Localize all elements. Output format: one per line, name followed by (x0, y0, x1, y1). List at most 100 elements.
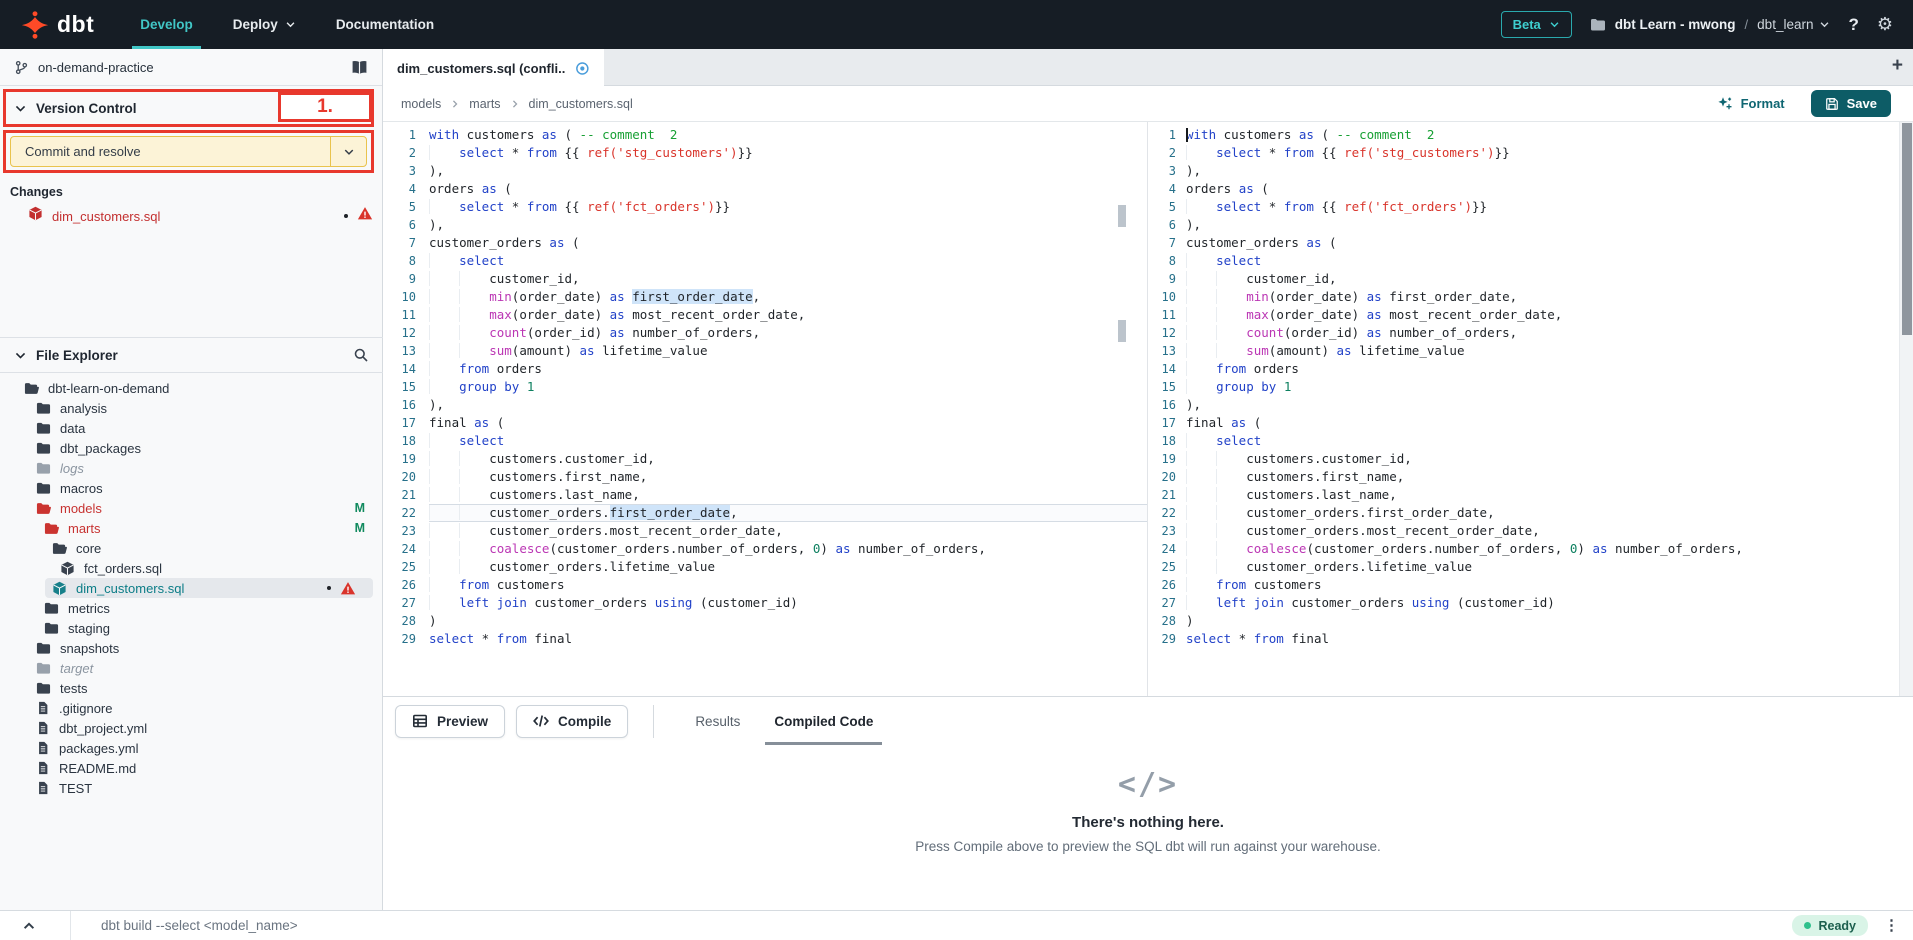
breadcrumb-file[interactable]: dim_customers.sql (529, 97, 633, 111)
code-line-9[interactable]: customer_id, (429, 270, 1147, 288)
tab-results[interactable]: Results (678, 697, 757, 745)
git-branch-row[interactable]: on-demand-practice (0, 49, 382, 86)
code-line-16[interactable]: ), (429, 396, 1147, 414)
chevron-up-icon[interactable] (22, 919, 36, 933)
beta-button[interactable]: Beta (1501, 11, 1572, 38)
code-line-12[interactable]: count(order_id) as number_of_orders, (429, 324, 1147, 342)
code-line-26[interactable]: from customers (429, 576, 1147, 594)
vertical-scrollbar[interactable] (1899, 122, 1913, 696)
editor-pane-left[interactable]: 1234567891011121314151617181920212223242… (383, 122, 1147, 696)
code-line-10[interactable]: min(order_date) as first_order_date, (1186, 288, 1913, 306)
tree-item-staging[interactable]: staging (0, 618, 383, 638)
tree-item-dim-customers-sql[interactable]: dim_customers.sql (45, 578, 373, 598)
code-line-14[interactable]: from orders (1186, 360, 1913, 378)
tree-item-analysis[interactable]: analysis (0, 398, 383, 418)
changed-file-row[interactable]: dim_customers.sql (0, 205, 383, 227)
code-line-19[interactable]: customers.customer_id, (429, 450, 1147, 468)
code-line-10[interactable]: min(order_date) as first_order_date, (429, 288, 1147, 306)
code-line-17[interactable]: final as ( (1186, 414, 1913, 432)
tree-item-packages-yml[interactable]: packages.yml (0, 738, 383, 758)
search-icon[interactable] (353, 347, 369, 363)
breadcrumb-marts[interactable]: marts (469, 97, 500, 111)
code-line-20[interactable]: customers.first_name, (429, 468, 1147, 486)
code-line-15[interactable]: group by 1 (1186, 378, 1913, 396)
code-line-8[interactable]: select (1186, 252, 1913, 270)
code-line-9[interactable]: customer_id, (1186, 270, 1913, 288)
tree-item-dbt-packages[interactable]: dbt_packages (0, 438, 383, 458)
tree-item-core[interactable]: core (0, 538, 383, 558)
code-line-13[interactable]: sum(amount) as lifetime_value (429, 342, 1147, 360)
nav-documentation[interactable]: Documentation (336, 0, 434, 49)
code-line-11[interactable]: max(order_date) as most_recent_order_dat… (429, 306, 1147, 324)
commit-options-caret[interactable] (330, 137, 366, 166)
code-line-3[interactable]: ), (1186, 162, 1913, 180)
tree-item-dbt-learn-on-demand[interactable]: dbt-learn-on-demand (0, 378, 383, 398)
code-line-27[interactable]: left join customer_orders using (custome… (429, 594, 1147, 612)
code-line-16[interactable]: ), (1186, 396, 1913, 414)
scrollbar-thumb[interactable] (1902, 123, 1912, 335)
scrollbar-mark[interactable] (1118, 320, 1126, 342)
tab-dim-customers[interactable]: dim_customers.sql (confli... (383, 49, 604, 87)
code-line-26[interactable]: from customers (1186, 576, 1913, 594)
command-input[interactable]: dbt build --select <model_name> (101, 918, 298, 933)
code-line-7[interactable]: customer_orders as ( (1186, 234, 1913, 252)
tree-item-tests[interactable]: tests (0, 678, 383, 698)
code-line-15[interactable]: group by 1 (429, 378, 1147, 396)
preview-button[interactable]: Preview (395, 705, 505, 738)
code-line-19[interactable]: customers.customer_id, (1186, 450, 1913, 468)
code-line-6[interactable]: ), (429, 216, 1147, 234)
kebab-menu-icon[interactable]: ⋮ (1884, 923, 1899, 929)
project-name[interactable]: dbt_learn (1757, 17, 1830, 32)
tree-item-fct-orders-sql[interactable]: fct_orders.sql (0, 558, 383, 578)
tree-item-metrics[interactable]: metrics (0, 598, 383, 618)
code-line-20[interactable]: customers.first_name, (1186, 468, 1913, 486)
code-line-5[interactable]: select * from {{ ref('fct_orders')}} (429, 198, 1147, 216)
format-button[interactable]: Format (1717, 96, 1785, 112)
tree-item-logs[interactable]: logs (0, 458, 383, 478)
help-icon[interactable]: ? (1848, 15, 1858, 35)
code-line-14[interactable]: from orders (429, 360, 1147, 378)
code-line-27[interactable]: left join customer_orders using (custome… (1186, 594, 1913, 612)
code-line-24[interactable]: coalesce(customer_orders.number_of_order… (1186, 540, 1913, 558)
nav-deploy[interactable]: Deploy (233, 0, 296, 49)
tree-item--gitignore[interactable]: .gitignore (0, 698, 383, 718)
dbt-logo[interactable]: dbt (20, 10, 94, 40)
code-line-7[interactable]: customer_orders as ( (429, 234, 1147, 252)
tree-item-dbt-project-yml[interactable]: dbt_project.yml (0, 718, 383, 738)
code-line-1[interactable]: with customers as ( -- comment 2 (429, 126, 1147, 144)
account-switcher[interactable]: dbt Learn - mwong / dbt_learn (1590, 17, 1831, 33)
scrollbar-mark[interactable] (1118, 205, 1126, 227)
code-line-4[interactable]: orders as ( (429, 180, 1147, 198)
code-line-25[interactable]: customer_orders.lifetime_value (429, 558, 1147, 576)
code-line-22[interactable]: customer_orders.first_order_date, (429, 504, 1147, 522)
tree-item-macros[interactable]: macros (0, 478, 383, 498)
tree-item-snapshots[interactable]: snapshots (0, 638, 383, 658)
tree-item-data[interactable]: data (0, 418, 383, 438)
docs-book-icon[interactable] (351, 59, 368, 76)
code-line-2[interactable]: select * from {{ ref('stg_customers')}} (1186, 144, 1913, 162)
tree-item-marts[interactable]: martsM (0, 518, 383, 538)
code-line-28[interactable]: ) (1186, 612, 1913, 630)
tree-item-target[interactable]: target (0, 658, 383, 678)
code-line-22[interactable]: customer_orders.first_order_date, (1186, 504, 1913, 522)
code-line-13[interactable]: sum(amount) as lifetime_value (1186, 342, 1913, 360)
editor-pane-right[interactable]: 1234567891011121314151617181920212223242… (1148, 122, 1913, 696)
tree-item-readme-md[interactable]: README.md (0, 758, 383, 778)
code-line-29[interactable]: select * from final (429, 630, 1147, 648)
tree-item-models[interactable]: modelsM (0, 498, 383, 518)
breadcrumb-models[interactable]: models (401, 97, 441, 111)
code-line-3[interactable]: ), (429, 162, 1147, 180)
code-line-12[interactable]: count(order_id) as number_of_orders, (1186, 324, 1913, 342)
code-column[interactable]: with customers as ( -- comment 2 select … (429, 122, 1147, 696)
nav-develop[interactable]: Develop (140, 0, 193, 49)
code-line-4[interactable]: orders as ( (1186, 180, 1913, 198)
code-line-2[interactable]: select * from {{ ref('stg_customers')}} (429, 144, 1147, 162)
code-line-23[interactable]: customer_orders.most_recent_order_date, (1186, 522, 1913, 540)
code-line-21[interactable]: customers.last_name, (1186, 486, 1913, 504)
code-line-17[interactable]: final as ( (429, 414, 1147, 432)
code-line-6[interactable]: ), (1186, 216, 1913, 234)
code-line-21[interactable]: customers.last_name, (429, 486, 1147, 504)
commit-and-resolve-button[interactable]: Commit and resolve (10, 136, 367, 167)
code-line-5[interactable]: select * from {{ ref('fct_orders')}} (1186, 198, 1913, 216)
code-line-23[interactable]: customer_orders.most_recent_order_date, (429, 522, 1147, 540)
